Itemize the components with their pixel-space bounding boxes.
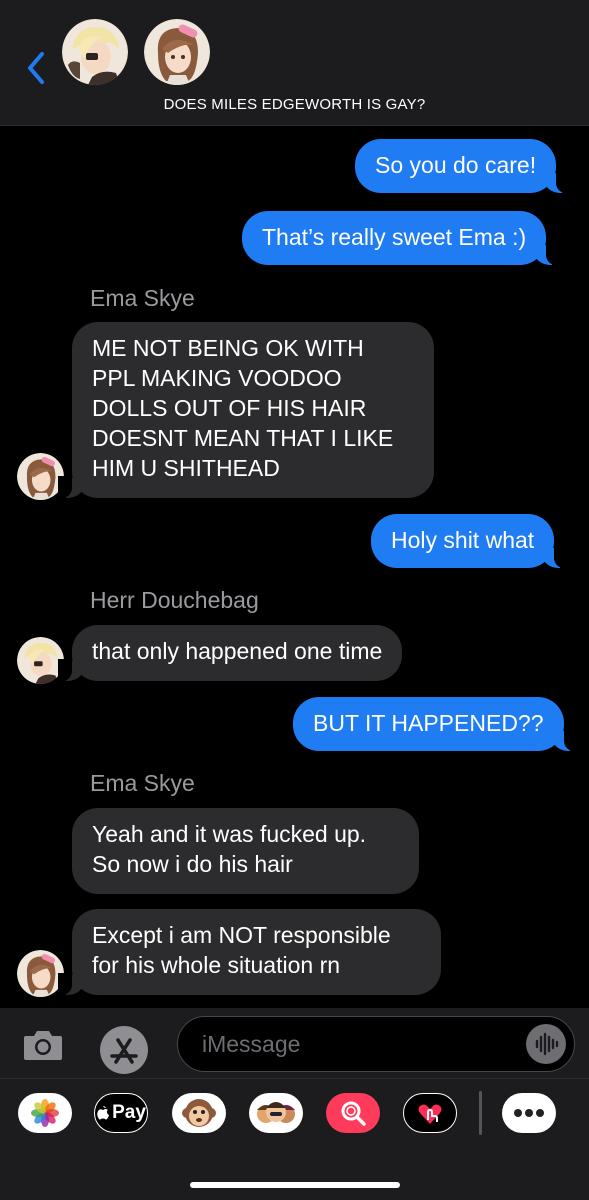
avatar[interactable] — [17, 950, 64, 997]
animoji-app[interactable] — [172, 1093, 226, 1133]
message-text: That’s really sweet Ema :) — [262, 224, 527, 250]
memoji-app[interactable] — [249, 1093, 303, 1133]
message-sent[interactable]: So you do care! — [355, 139, 571, 193]
drawer-divider — [479, 1091, 482, 1135]
more-icon — [514, 1109, 544, 1117]
avatar[interactable] — [17, 637, 64, 684]
message-line: So now i do his hair — [92, 851, 293, 877]
message-sent[interactable]: Holy shit what — [371, 514, 569, 568]
message-line: Except i am NOT responsible — [92, 922, 391, 948]
message-input[interactable]: iMessage — [177, 1016, 575, 1072]
message-line: ME NOT BEING OK WITH — [92, 335, 364, 361]
app-drawer: Pay — [0, 1078, 589, 1200]
app-store-icon — [110, 1038, 138, 1064]
avatar[interactable] — [17, 453, 64, 500]
photos-icon — [31, 1099, 59, 1127]
home-indicator[interactable] — [190, 1182, 400, 1188]
message-line: for his whole situation rn — [92, 952, 341, 978]
sender-name: Ema Skye — [90, 770, 195, 796]
message-received[interactable]: Except i am NOT responsible for his whol… — [58, 909, 441, 995]
apple-pay-app[interactable]: Pay — [94, 1093, 148, 1133]
back-button[interactable] — [22, 48, 52, 88]
more-apps-button[interactable] — [502, 1093, 556, 1133]
message-input-placeholder: iMessage — [202, 1031, 301, 1057]
apple-pay-icon — [97, 1106, 110, 1120]
member-avatar-ema-skye[interactable] — [144, 19, 210, 85]
photos-app[interactable] — [18, 1093, 72, 1133]
audio-message-button[interactable] — [526, 1024, 566, 1064]
apple-pay-label: Pay — [112, 1102, 146, 1123]
message-sent[interactable]: That’s really sweet Ema :) — [242, 211, 561, 265]
message-received[interactable]: that only happened one time — [57, 625, 403, 681]
camera-icon — [24, 1031, 62, 1060]
message-line: Yeah and it was fucked up. — [92, 821, 367, 847]
sender-name: Herr Douchebag — [90, 587, 259, 613]
message-text: that only happened one time — [92, 638, 383, 664]
sender-name: Ema Skye — [90, 285, 195, 311]
audio-waveform-icon — [535, 1032, 559, 1056]
message-line: DOESNT MEAN THAT I LIKE — [92, 425, 394, 451]
message-text: Holy shit what — [391, 527, 535, 553]
message-text: BUT IT HAPPENED?? — [313, 710, 544, 736]
message-text: So you do care! — [375, 152, 537, 178]
message-line: HIM U SHITHEAD — [92, 455, 280, 481]
message-received[interactable]: Yeah and it was fucked up. So now i do h… — [72, 808, 419, 894]
message-line: DOLLS OUT OF HIS HAIR — [92, 395, 367, 421]
image-search-icon — [341, 1101, 366, 1126]
message-received[interactable]: ME NOT BEING OK WITH PPL MAKING VOODOO D… — [58, 322, 434, 498]
camera-button[interactable] — [22, 1028, 64, 1062]
conversation-title[interactable]: DOES MILES EDGEWORTH IS GAY? — [0, 96, 589, 113]
digital-touch-icon — [418, 1104, 442, 1124]
conversation-header: DOES MILES EDGEWORTH IS GAY? — [0, 0, 589, 126]
compose-bar: iMessage — [0, 1008, 589, 1078]
image-search-app[interactable] — [326, 1093, 380, 1133]
animoji-icon — [182, 1099, 216, 1127]
chevron-left-icon — [28, 52, 44, 84]
member-avatar-herr-douchebag[interactable] — [62, 19, 128, 85]
message-sent[interactable]: BUT IT HAPPENED?? — [293, 697, 578, 751]
memoji-icon — [257, 1102, 295, 1123]
message-line: PPL MAKING VOODOO — [92, 365, 342, 391]
digital-touch-app[interactable] — [403, 1093, 457, 1133]
app-store-button[interactable] — [100, 1026, 148, 1074]
